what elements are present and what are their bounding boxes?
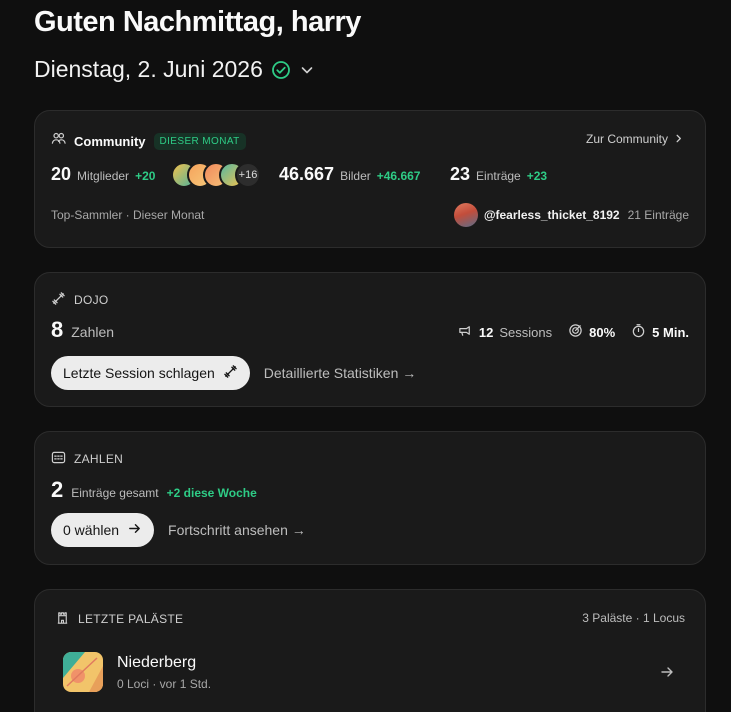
beat-last-session-label: Letzte Session schlagen bbox=[63, 365, 215, 381]
numbers-header: ZAHLEN bbox=[51, 450, 123, 468]
numbers-count: 2 Einträge gesamt +2 diese Woche bbox=[51, 477, 257, 503]
community-header: Community DIESER MONAT bbox=[51, 131, 246, 151]
palaces-header: LETZTE PALÄSTE bbox=[55, 610, 183, 628]
palace-item[interactable]: Niederberg 0 Loci · vor 1 Std. bbox=[63, 652, 211, 692]
dojo-count-label: Zahlen bbox=[71, 324, 115, 340]
sessions-metric: 12 Sessions bbox=[458, 323, 552, 341]
images-value: 46.667 bbox=[279, 164, 335, 184]
dumbbell-icon bbox=[51, 291, 66, 309]
check-circle-icon bbox=[271, 60, 291, 80]
palace-thumbnail bbox=[63, 652, 103, 692]
accuracy-value: 80% bbox=[589, 324, 616, 340]
target-icon bbox=[568, 323, 583, 341]
dumbbell-icon bbox=[223, 364, 238, 382]
community-title: Community bbox=[74, 133, 146, 149]
numbers-actions: 0 wählen Fortschritt ansehen → bbox=[51, 513, 306, 547]
numbers-weekly-delta: +2 diese Woche bbox=[166, 486, 257, 500]
detailed-stats-link[interactable]: Detaillierte Statistiken → bbox=[264, 365, 417, 381]
top-collector-entries: 21 Einträge bbox=[627, 208, 689, 222]
numbers-card: ZAHLEN 2 Einträge gesamt +2 diese Woche … bbox=[34, 431, 706, 565]
recent-palaces-card: LETZTE PALÄSTE 3 Paläste · 1 Locus Niede… bbox=[34, 589, 706, 712]
member-avatars[interactable]: +16 bbox=[171, 162, 261, 188]
date-selector[interactable]: Dienstag, 2. Juni 2026 bbox=[34, 56, 315, 83]
top-collector-username: @fearless_thicket_8192 bbox=[483, 208, 620, 222]
images-delta: +46.667 bbox=[376, 169, 421, 183]
community-link[interactable]: Zur Community bbox=[586, 132, 683, 146]
sessions-label: Sessions bbox=[499, 324, 553, 340]
dojo-count-value: 8 bbox=[51, 317, 64, 342]
palaces-count: 3 Paläste · 1 Locus bbox=[582, 611, 685, 625]
dojo-actions: Letzte Session schlagen Detaillierte Sta… bbox=[51, 356, 416, 390]
castle-icon bbox=[55, 610, 70, 628]
community-link-label: Zur Community bbox=[585, 132, 668, 146]
chevron-right-icon bbox=[674, 132, 683, 146]
community-card: Community DIESER MONAT Zur Community 20 … bbox=[34, 110, 706, 248]
palace-name: Niederberg bbox=[117, 653, 197, 671]
members-label: Mitglieder bbox=[77, 169, 130, 183]
images-stat: 46.667 Bilder +46.667 bbox=[279, 164, 420, 185]
dojo-title: DOJO bbox=[74, 293, 109, 307]
numbers-count-label: Einträge gesamt bbox=[71, 486, 159, 500]
date-text: Dienstag, 2. Juni 2026 bbox=[34, 56, 263, 82]
palace-meta: 0 Loci · vor 1 Std. bbox=[117, 676, 212, 691]
entries-stat: 23 Einträge +23 bbox=[450, 164, 547, 185]
keypad-icon bbox=[51, 450, 66, 468]
view-progress-link[interactable]: Fortschritt ansehen → bbox=[168, 522, 306, 538]
dojo-card: DOJO 8 Zahlen 12 Sessions 80% 5 Min. Let bbox=[34, 272, 706, 407]
choose-zero-label: 0 wählen bbox=[63, 522, 120, 538]
sessions-icon bbox=[458, 323, 473, 341]
timer-icon bbox=[631, 323, 646, 341]
entries-value: 23 bbox=[450, 164, 471, 184]
members-stat: 20 Mitglieder +20 bbox=[51, 164, 155, 185]
top-collector[interactable]: @fearless_thicket_8192 21 Einträge bbox=[453, 203, 689, 227]
entries-label: Einträge bbox=[476, 169, 521, 183]
dojo-metrics: 12 Sessions 80% 5 Min. bbox=[458, 323, 689, 341]
chevron-down-icon[interactable] bbox=[299, 62, 315, 78]
avatars-more-count: +16 bbox=[235, 162, 261, 188]
numbers-title: ZAHLEN bbox=[74, 452, 124, 466]
accuracy-metric: 80% bbox=[568, 323, 615, 341]
members-delta: +20 bbox=[135, 169, 156, 183]
choose-zero-button[interactable]: 0 wählen bbox=[51, 513, 155, 547]
beat-last-session-button[interactable]: Letzte Session schlagen bbox=[51, 356, 250, 390]
period-badge: DIESER MONAT bbox=[153, 132, 246, 150]
members-value: 20 bbox=[51, 164, 72, 184]
top-collector-label: Top-Sammler · Dieser Monat bbox=[51, 208, 205, 222]
numbers-count-value: 2 bbox=[51, 477, 64, 502]
greeting-title: Guten Nachmittag, harry bbox=[34, 6, 361, 38]
dojo-header: DOJO bbox=[51, 291, 109, 309]
avatar bbox=[453, 203, 478, 227]
images-label: Bilder bbox=[340, 169, 371, 183]
duration-metric: 5 Min. bbox=[631, 323, 689, 341]
users-icon bbox=[51, 131, 66, 151]
sessions-value: 12 bbox=[478, 324, 494, 340]
arrow-right-icon[interactable] bbox=[659, 664, 675, 680]
palaces-title: LETZTE PALÄSTE bbox=[78, 612, 184, 626]
entries-delta: +23 bbox=[526, 169, 548, 183]
arrow-right-icon bbox=[127, 521, 142, 539]
duration-value: 5 Min. bbox=[652, 324, 689, 340]
dojo-count: 8 Zahlen bbox=[51, 317, 114, 343]
